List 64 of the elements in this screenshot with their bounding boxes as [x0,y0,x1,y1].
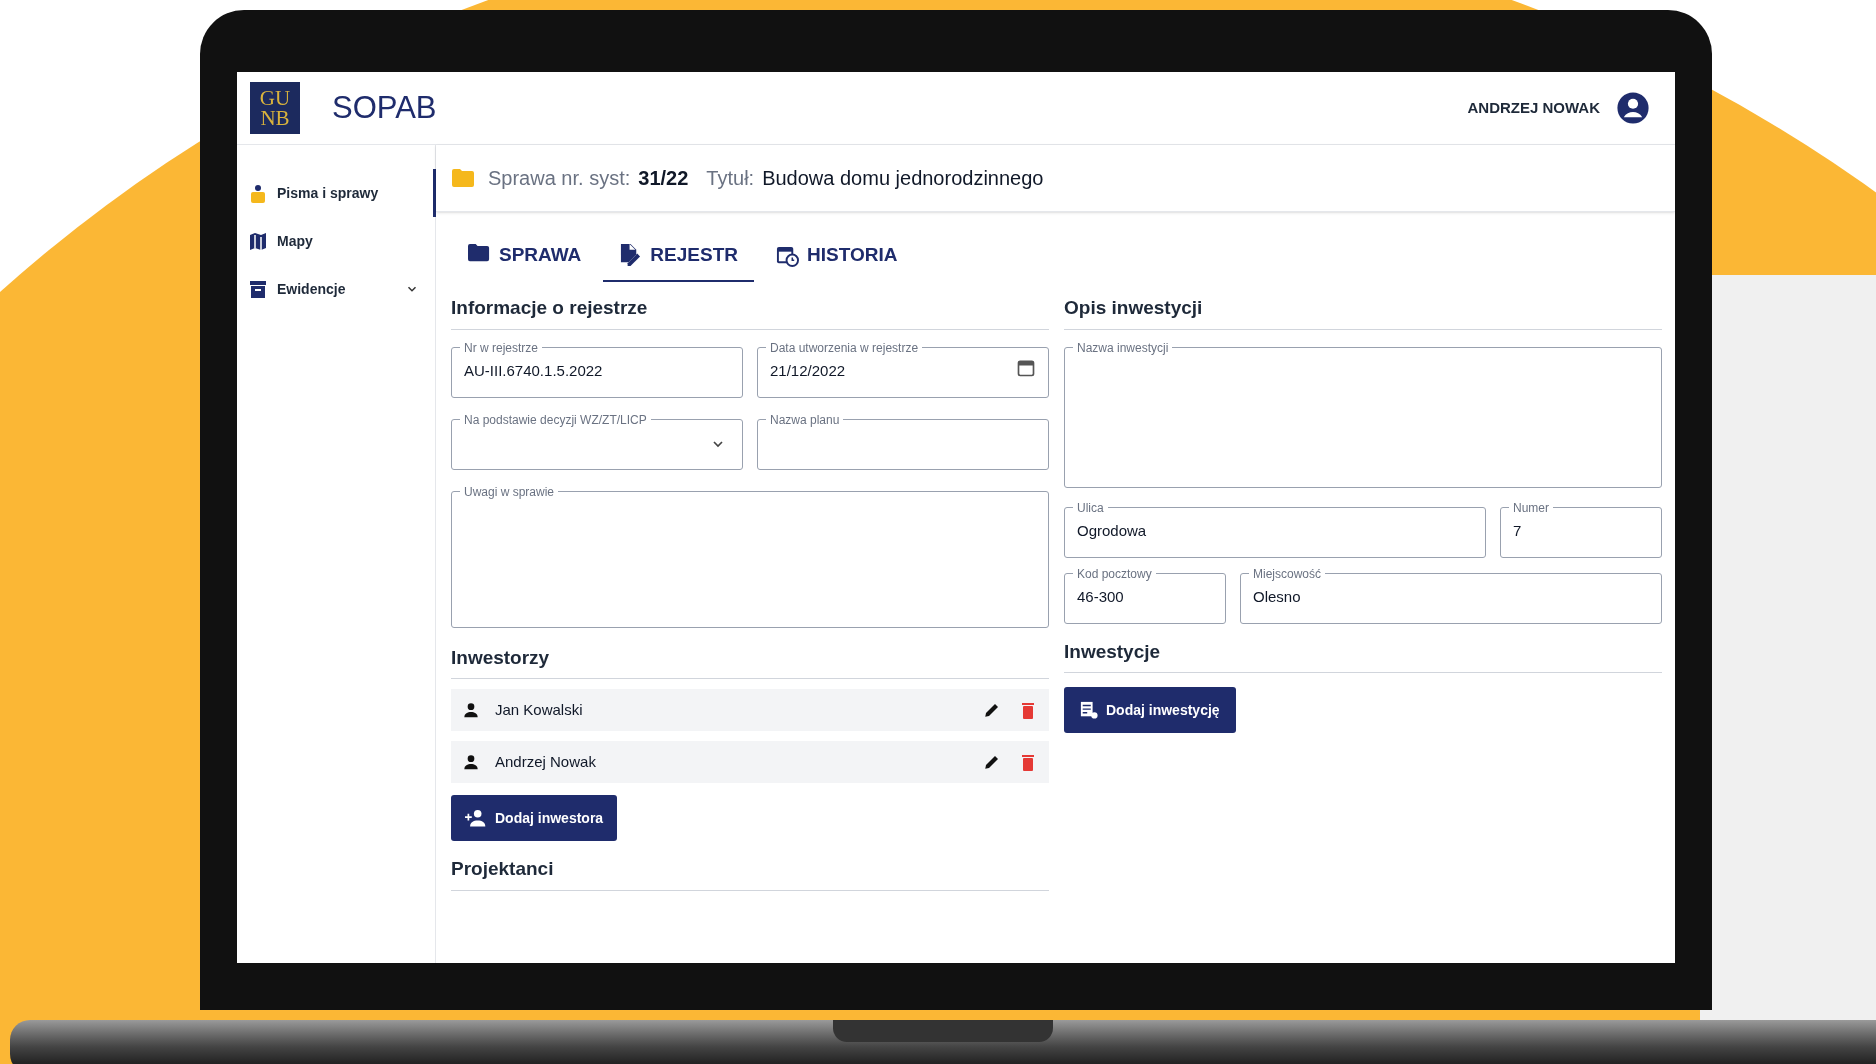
investor-name: Andrzej Nowak [495,751,597,772]
add-investment-button[interactable]: Dodaj inwestycję [1064,687,1236,733]
map-icon [249,231,267,251]
list-add-icon [1080,701,1098,719]
field-label: Numer [1512,501,1550,514]
add-investor-button[interactable]: Dodaj inwestora [451,795,618,841]
folder-person-icon [249,183,267,203]
field-value: AU-III.6740.1.5.2022 [464,361,603,379]
field-label: Nazwa planu [769,413,841,426]
logo: GU NB [250,82,300,134]
field-value: 7 [1513,521,1522,539]
person-icon [463,702,479,718]
tab[interactable]: HISTORIA [760,230,914,282]
field-value: Ogrodowa [1077,521,1147,539]
section-heading: Projektanci [451,855,1049,891]
input-field[interactable]: Kod pocztowy 46-300 [1064,567,1226,624]
field-label: Miejscowość [1252,567,1322,580]
pencil-icon [983,753,1001,771]
investor-name: Jan Kowalski [495,699,584,720]
app-title: SOPAB [332,88,437,127]
folder-icon [452,169,474,187]
field-value: 46-300 [1077,587,1124,605]
text-area[interactable]: Uwagi w sprawie [451,485,1049,628]
field-value: Olesno [1253,587,1301,605]
case-title: Budowa domu jednorodzinnego [762,166,1044,191]
sidebar-item[interactable]: Pisma i sprawy [237,169,436,217]
tab[interactable]: REJESTR [603,230,754,282]
input-field[interactable]: Numer 7 [1500,501,1662,558]
input-field[interactable]: Nr w rejestrze AU-III.6740.1.5.2022 [451,341,743,398]
user-account-icon [1616,91,1650,125]
input-field[interactable]: Miejscowość Olesno [1240,567,1662,624]
field-label: Ulica [1076,501,1105,514]
person-add-icon [465,809,487,827]
case-number-label: Sprawa nr. syst: [488,166,631,191]
section-heading: Inwestorzy [451,643,1049,679]
case-title-label: Tytuł: [706,166,755,191]
archive-icon [249,279,267,299]
section-heading: Inwestycje [1064,637,1662,673]
sidebar-item[interactable]: Ewidencje [237,265,436,313]
person-icon [463,754,479,770]
date-field[interactable]: Data utworzenia w rejestrze 21/12/2022 [757,341,1049,398]
case-number: 31/22 [638,166,689,191]
input-field[interactable]: Nazwa planu [757,413,1049,470]
sidebar-item[interactable]: Mapy [237,217,436,265]
select-field[interactable]: Na podstawie decyzji WZ/ZT/LICP [451,413,743,470]
document-edit-icon [619,243,643,267]
section-heading: Informacje o rejestrze [451,294,1049,330]
field-label: Na podstawie decyzji WZ/ZT/LICP [463,413,648,426]
text-area[interactable]: Nazwa inwestycji [1064,341,1662,488]
investor-row[interactable]: Jan Kowalski [451,689,1049,731]
pencil-icon [983,701,1001,719]
field-label: Nr w rejestrze [463,341,539,354]
user-name: ANDRZEJ NOWAK [1467,97,1600,118]
input-field[interactable]: Ulica Ogrodowa [1064,501,1486,558]
field-label: Uwagi w sprawie [463,485,556,498]
field-label: Kod pocztowy [1076,567,1153,580]
field-label: Data utworzenia w rejestrze [769,341,920,354]
field-label: Nazwa inwestycji [1076,341,1170,354]
field-value: 21/12/2022 [770,361,846,379]
section-heading: Opis inwestycji [1064,294,1662,330]
trash-icon [1022,753,1034,771]
trash-icon [1022,701,1034,719]
investor-row[interactable]: Andrzej Nowak [451,741,1049,783]
tab[interactable]: SPRAWA [452,230,598,282]
